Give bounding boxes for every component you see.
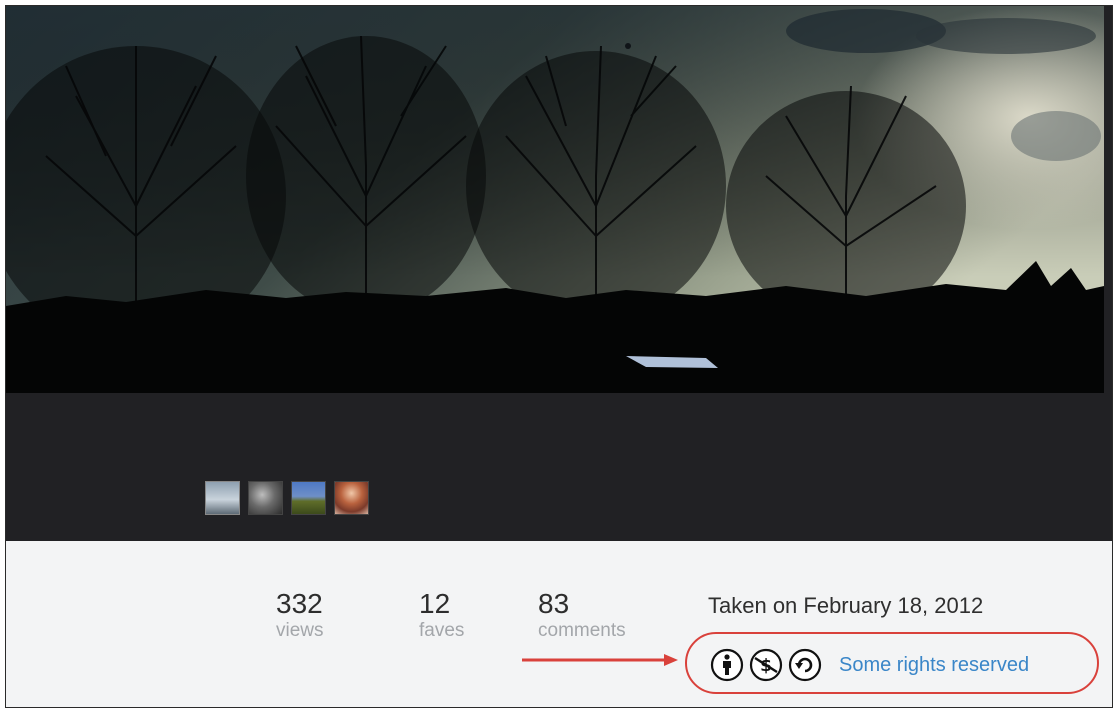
- screenshot-frame: 332 views 12 faves 83 comments Taken on …: [5, 5, 1113, 708]
- comments-stat[interactable]: 83 comments: [538, 589, 626, 643]
- comments-label: comments: [538, 620, 626, 641]
- cc-sharealike-icon[interactable]: [788, 648, 822, 682]
- cc-attribution-icon[interactable]: [710, 648, 744, 682]
- thumbnail-4[interactable]: [334, 481, 369, 515]
- some-rights-reserved-link[interactable]: Some rights reserved: [839, 654, 1029, 677]
- main-photo[interactable]: [6, 6, 1104, 393]
- views-stat: 332 views: [276, 589, 324, 643]
- cc-noncommercial-icon[interactable]: $: [749, 648, 783, 682]
- faves-label: faves: [419, 620, 465, 641]
- faves-count: 12: [419, 588, 451, 619]
- thumbnail-3[interactable]: [291, 481, 326, 515]
- license-info: $ Some rights reserved: [710, 647, 1029, 683]
- thumbnail-2[interactable]: [248, 481, 283, 515]
- views-label: views: [276, 620, 324, 641]
- photo-info-panel: 332 views 12 faves 83 comments Taken on …: [6, 541, 1112, 707]
- thumbnail-1[interactable]: [205, 481, 240, 515]
- views-count: 332: [276, 588, 323, 619]
- comments-count: 83: [538, 588, 570, 619]
- taken-date: Taken on February 18, 2012: [708, 593, 984, 618]
- photo-viewer: [6, 6, 1112, 541]
- photo-thumbnails: [205, 481, 369, 517]
- faves-stat: 12 faves: [419, 589, 464, 643]
- annotation-arrow: [520, 653, 680, 667]
